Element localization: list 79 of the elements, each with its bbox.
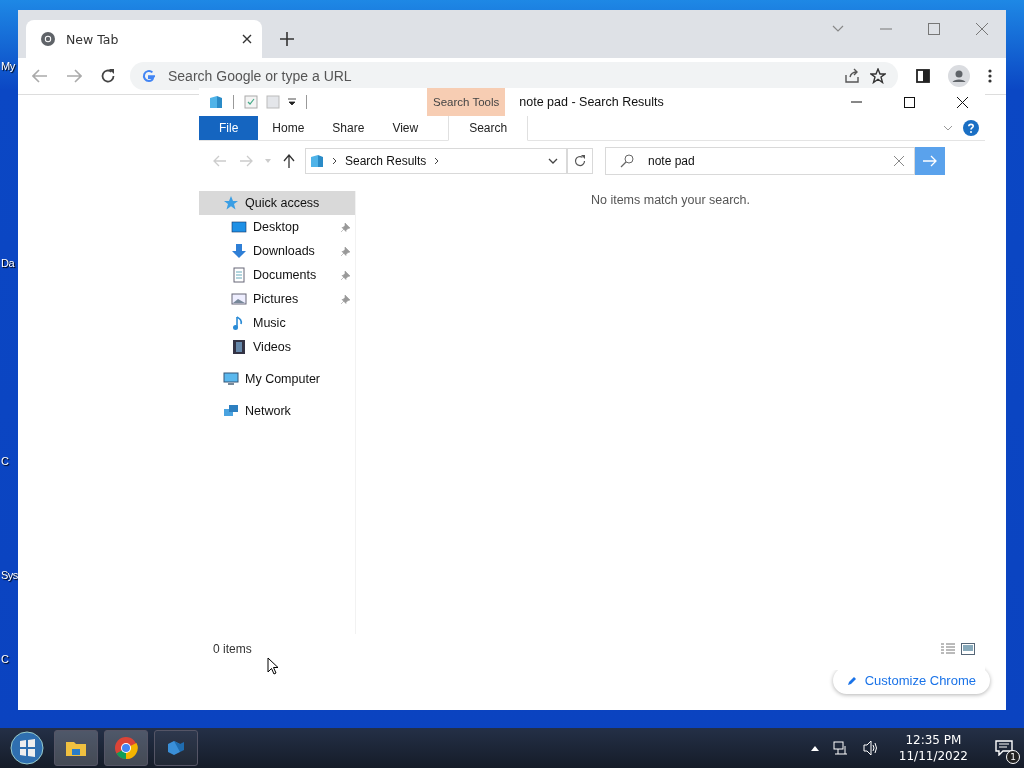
reload-icon[interactable] <box>100 68 116 84</box>
ribbon-tab[interactable]: File <box>199 116 259 140</box>
start-orb-icon[interactable] <box>10 731 44 765</box>
maximize-icon[interactable] <box>904 96 915 108</box>
pin-icon[interactable] <box>341 222 351 232</box>
chevron-down-icon[interactable] <box>832 25 844 33</box>
refresh-icon <box>574 155 586 167</box>
desktop-icon <box>231 219 247 235</box>
navigation-item[interactable]: Downloads <box>199 239 355 263</box>
browser-tab[interactable]: New Tab <box>26 20 262 58</box>
share-icon[interactable] <box>844 68 860 84</box>
navigation-item[interactable]: Quick access <box>199 191 355 215</box>
chevron-right-icon <box>332 157 337 165</box>
expand-ribbon-chevron-icon[interactable] <box>943 125 953 131</box>
navigation-item[interactable]: Documents <box>199 263 355 287</box>
item-count: 0 items <box>213 642 252 656</box>
navigation-item[interactable]: Network <box>199 399 355 423</box>
more-menu-icon[interactable] <box>988 69 992 83</box>
taskbar-button[interactable] <box>54 730 98 766</box>
refresh-button[interactable] <box>567 148 593 174</box>
desktop-icon-label: My <box>1 60 15 72</box>
search-icon <box>620 154 634 168</box>
pin-icon[interactable] <box>341 270 351 280</box>
close-icon[interactable] <box>242 34 252 44</box>
taskbar-button[interactable] <box>154 730 198 766</box>
search-field[interactable]: note pad <box>605 147 915 175</box>
search-results-icon <box>310 154 324 168</box>
pin-icon[interactable] <box>341 294 351 304</box>
speech-bubble-icon <box>995 740 1013 756</box>
desktop-icon-label: C <box>1 653 9 665</box>
navigation-item[interactable]: Desktop <box>199 215 355 239</box>
profile-avatar-icon[interactable] <box>948 65 970 87</box>
picture-icon <box>231 291 247 307</box>
customize-toolbar-caret-icon[interactable] <box>288 98 296 106</box>
film-icon <box>231 339 247 355</box>
ribbon-tab[interactable]: Home <box>258 116 319 140</box>
ribbon-tab[interactable]: Search <box>448 116 529 141</box>
document-icon <box>231 267 247 283</box>
desktop-icon-label: Sys <box>1 569 18 581</box>
up-arrow-icon[interactable] <box>283 154 295 168</box>
star-icon <box>223 195 239 211</box>
network-icon[interactable] <box>832 740 849 756</box>
google-g-icon <box>142 69 156 83</box>
desktop-icon-label: C <box>1 455 9 467</box>
monitor-icon <box>223 371 239 387</box>
address-bar[interactable]: Search Google or type a URL <box>130 62 898 90</box>
navigation-item[interactable]: Music <box>199 311 355 335</box>
pencil-icon <box>846 675 857 686</box>
download-arrow-icon <box>231 243 247 259</box>
desktop-icon-label: Da <box>1 257 15 269</box>
navigation-item[interactable]: Pictures <box>199 287 355 311</box>
navigation-item[interactable]: Videos <box>199 335 355 359</box>
notification-count-badge: 1 <box>1006 750 1020 764</box>
help-icon[interactable] <box>963 120 979 136</box>
close-icon[interactable] <box>957 96 968 108</box>
new-tab-plus-icon[interactable] <box>280 32 294 46</box>
show-hidden-icons-caret-icon[interactable] <box>810 745 819 751</box>
large-icons-view-icon[interactable] <box>961 643 975 655</box>
side-panel-icon[interactable] <box>916 69 930 83</box>
ribbon-tab[interactable]: Share <box>318 116 379 140</box>
ribbon-tab[interactable]: View <box>378 116 433 140</box>
navigation-item[interactable]: My Computer <box>199 367 355 391</box>
arrow-right-icon <box>923 155 937 167</box>
taskbar-button[interactable] <box>104 730 148 766</box>
speaker-icon[interactable] <box>862 740 879 756</box>
clock[interactable]: 12:35 PM 11/11/2022 <box>898 732 968 764</box>
clear-icon[interactable] <box>894 156 904 166</box>
address-input[interactable]: Search Google or type a URL <box>166 67 834 85</box>
empty-results-message: No items match your search. <box>590 193 751 209</box>
pin-icon[interactable] <box>341 246 351 256</box>
notification-button[interactable]: 1 <box>984 728 1024 768</box>
network-icon <box>223 403 239 419</box>
chevron-right-icon <box>434 157 440 165</box>
address-bar[interactable]: Search Results <box>305 148 567 174</box>
contextual-tab-group-label: Search Tools <box>427 88 506 116</box>
dropdown-chevron-icon[interactable] <box>548 158 558 164</box>
window-title: note pad - Search Results <box>519 95 664 109</box>
star-icon[interactable] <box>870 68 886 84</box>
folder-icon <box>209 95 223 109</box>
